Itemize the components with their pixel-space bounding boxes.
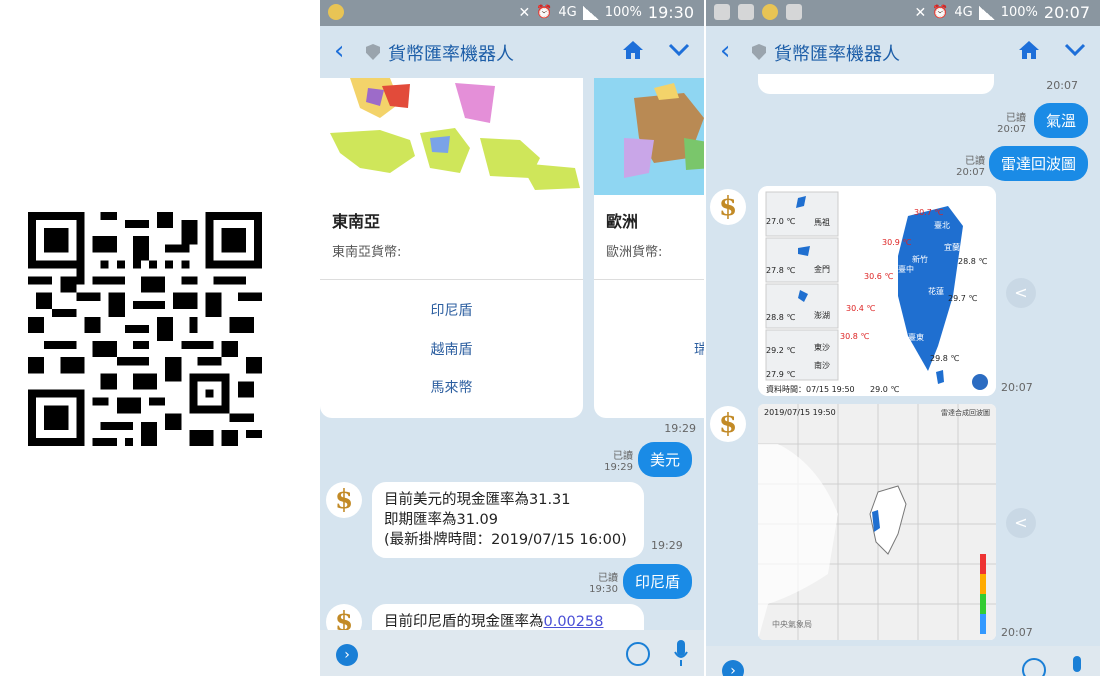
carousel-card-southeast-asia: 東南亞 東南亞貨幣: 印尼盾 越南盾 馬來幣 <box>320 78 583 418</box>
chat-title: 貨幣匯率機器人 <box>388 44 514 65</box>
network-type: 4G <box>954 5 973 20</box>
network-type: 4G <box>558 5 577 20</box>
card-title: 東南亞 <box>332 212 381 231</box>
emoji-icon[interactable] <box>626 642 650 666</box>
signal-icon <box>582 5 599 20</box>
share-icon[interactable]: < <box>1006 278 1036 308</box>
back-arrow-icon[interactable]: ‹ <box>720 38 740 66</box>
europe-map <box>594 78 704 195</box>
alarm-icon: ⏰ <box>536 5 553 20</box>
user-message-temperature: 氣溫 <box>1033 103 1088 138</box>
read-receipt: 已讀 20:07 <box>956 156 985 178</box>
card-title: 歐洲 <box>606 212 639 231</box>
user-message-usd: 美元 <box>637 442 692 477</box>
battery-percent: 100% <box>1000 5 1038 20</box>
southeast-asia-map <box>320 78 583 195</box>
screenshot-stage: ✕ ⏰ 4G 100% 19:30 ‹ 貨幣匯率機器人 東南亞 東南亞貨幣: 印… <box>0 0 1100 676</box>
microphone-icon[interactable] <box>1070 656 1084 676</box>
status-bar: ✕ ⏰ 4G 100% 19:30 <box>320 0 704 26</box>
card-subtitle: 東南亞貨幣: <box>332 245 402 260</box>
radar-echo-image[interactable]: 2019/07/15 19:50 雷達合成回波圖 中央氣象局 <box>758 404 996 640</box>
microphone-icon[interactable] <box>674 640 688 668</box>
phone-screen-1: ✕ ⏰ 4G 100% 19:30 ‹ 貨幣匯率機器人 東南亞 東南亞貨幣: 印… <box>320 0 704 676</box>
timestamp: 19:29 <box>651 539 683 552</box>
previous-message-bubble <box>758 74 994 94</box>
radar-title: 2019/07/15 19:50 <box>764 408 836 417</box>
agency-label: 中央氣象局 <box>772 620 812 629</box>
read-receipt: 已讀 19:30 <box>589 573 618 595</box>
option-vietnamese-dong[interactable]: 越南盾 <box>320 339 583 359</box>
battery-percent: 100% <box>604 5 642 20</box>
timestamp: 20:07 <box>1046 79 1078 92</box>
chat-header: ‹ 貨幣匯率機器人 <box>320 26 704 78</box>
chat-title: 貨幣匯率機器人 <box>774 44 900 65</box>
phone-screen-2: ✕ ⏰ 4G 100% 20:07 ‹ 貨幣匯率機器人 20:07 已讀 20:0… <box>706 0 1100 676</box>
message-input[interactable] <box>370 638 614 670</box>
bot-avatar-dollar-icon: $ <box>326 482 362 518</box>
bot-message-usd-rate: 目前美元的現金匯率為31.31 即期匯率為31.09 (最新掛牌時間：2019/… <box>372 482 644 558</box>
timestamp: 19:29 <box>664 422 696 435</box>
clock: 20:07 <box>1043 3 1090 22</box>
app-notification-icon <box>762 4 778 20</box>
option-indonesian-rupiah[interactable]: 印尼盾 <box>320 300 583 320</box>
signal-icon <box>978 5 995 20</box>
mute-icon: ✕ <box>518 4 531 21</box>
user-message-radar: 雷達回波圖 <box>988 146 1088 181</box>
rate-link[interactable]: 0.00258 <box>544 614 604 630</box>
play-store-icon <box>786 4 802 20</box>
card-divider <box>594 279 704 280</box>
emoji-icon[interactable] <box>1022 658 1046 676</box>
sync-icon <box>738 4 754 20</box>
clock: 19:30 <box>647 3 694 22</box>
chevron-down-icon[interactable] <box>668 42 690 58</box>
message-input[interactable] <box>756 654 1010 676</box>
expand-menu-icon[interactable]: › <box>722 660 744 676</box>
share-icon[interactable]: < <box>1006 508 1036 538</box>
qr-code <box>28 212 262 446</box>
read-receipt: 已讀 20:07 <box>997 113 1026 135</box>
status-bar: ✕ ⏰ 4G 100% 20:07 <box>706 0 1100 26</box>
carousel-card-europe: 歐洲 歐洲貨幣: 瑞 <box>594 78 704 418</box>
back-arrow-icon[interactable]: ‹ <box>334 38 354 66</box>
input-bar: › <box>706 646 1100 676</box>
bot-avatar-dollar-icon: $ <box>710 406 746 442</box>
alarm-icon: ⏰ <box>932 5 949 20</box>
user-message-idr: 印尼盾 <box>622 564 692 599</box>
card-subtitle: 歐洲貨幣: <box>606 245 663 260</box>
shield-icon <box>366 44 380 60</box>
home-icon[interactable] <box>1018 40 1040 60</box>
option-malaysian-ringgit[interactable]: 馬來幣 <box>320 377 583 397</box>
mute-icon: ✕ <box>914 4 927 21</box>
chevron-down-icon[interactable] <box>1064 42 1086 58</box>
temperature-map-image[interactable]: 27.0 ℃ 馬祖 27.8 ℃ 金門 28.8 ℃ 澎湖 29.2 ℃ 東沙 … <box>758 186 996 396</box>
radar-caption: 雷達合成回波圖 <box>941 409 990 417</box>
bot-avatar-dollar-icon: $ <box>710 189 746 225</box>
card-divider <box>320 279 583 280</box>
timestamp: 20:07 <box>1001 381 1033 394</box>
timestamp: 20:07 <box>1001 626 1033 639</box>
expand-menu-icon[interactable]: › <box>336 644 358 666</box>
option-swiss-franc[interactable]: 瑞 <box>694 339 704 359</box>
app-notification-icon <box>328 4 344 20</box>
read-receipt: 已讀 19:29 <box>604 451 633 473</box>
radar-map <box>758 404 996 640</box>
shield-icon <box>752 44 766 60</box>
home-icon[interactable] <box>622 40 644 60</box>
input-bar: › <box>320 630 704 676</box>
gallery-icon <box>714 4 730 20</box>
chat-header: ‹ 貨幣匯率機器人 <box>706 26 1100 78</box>
